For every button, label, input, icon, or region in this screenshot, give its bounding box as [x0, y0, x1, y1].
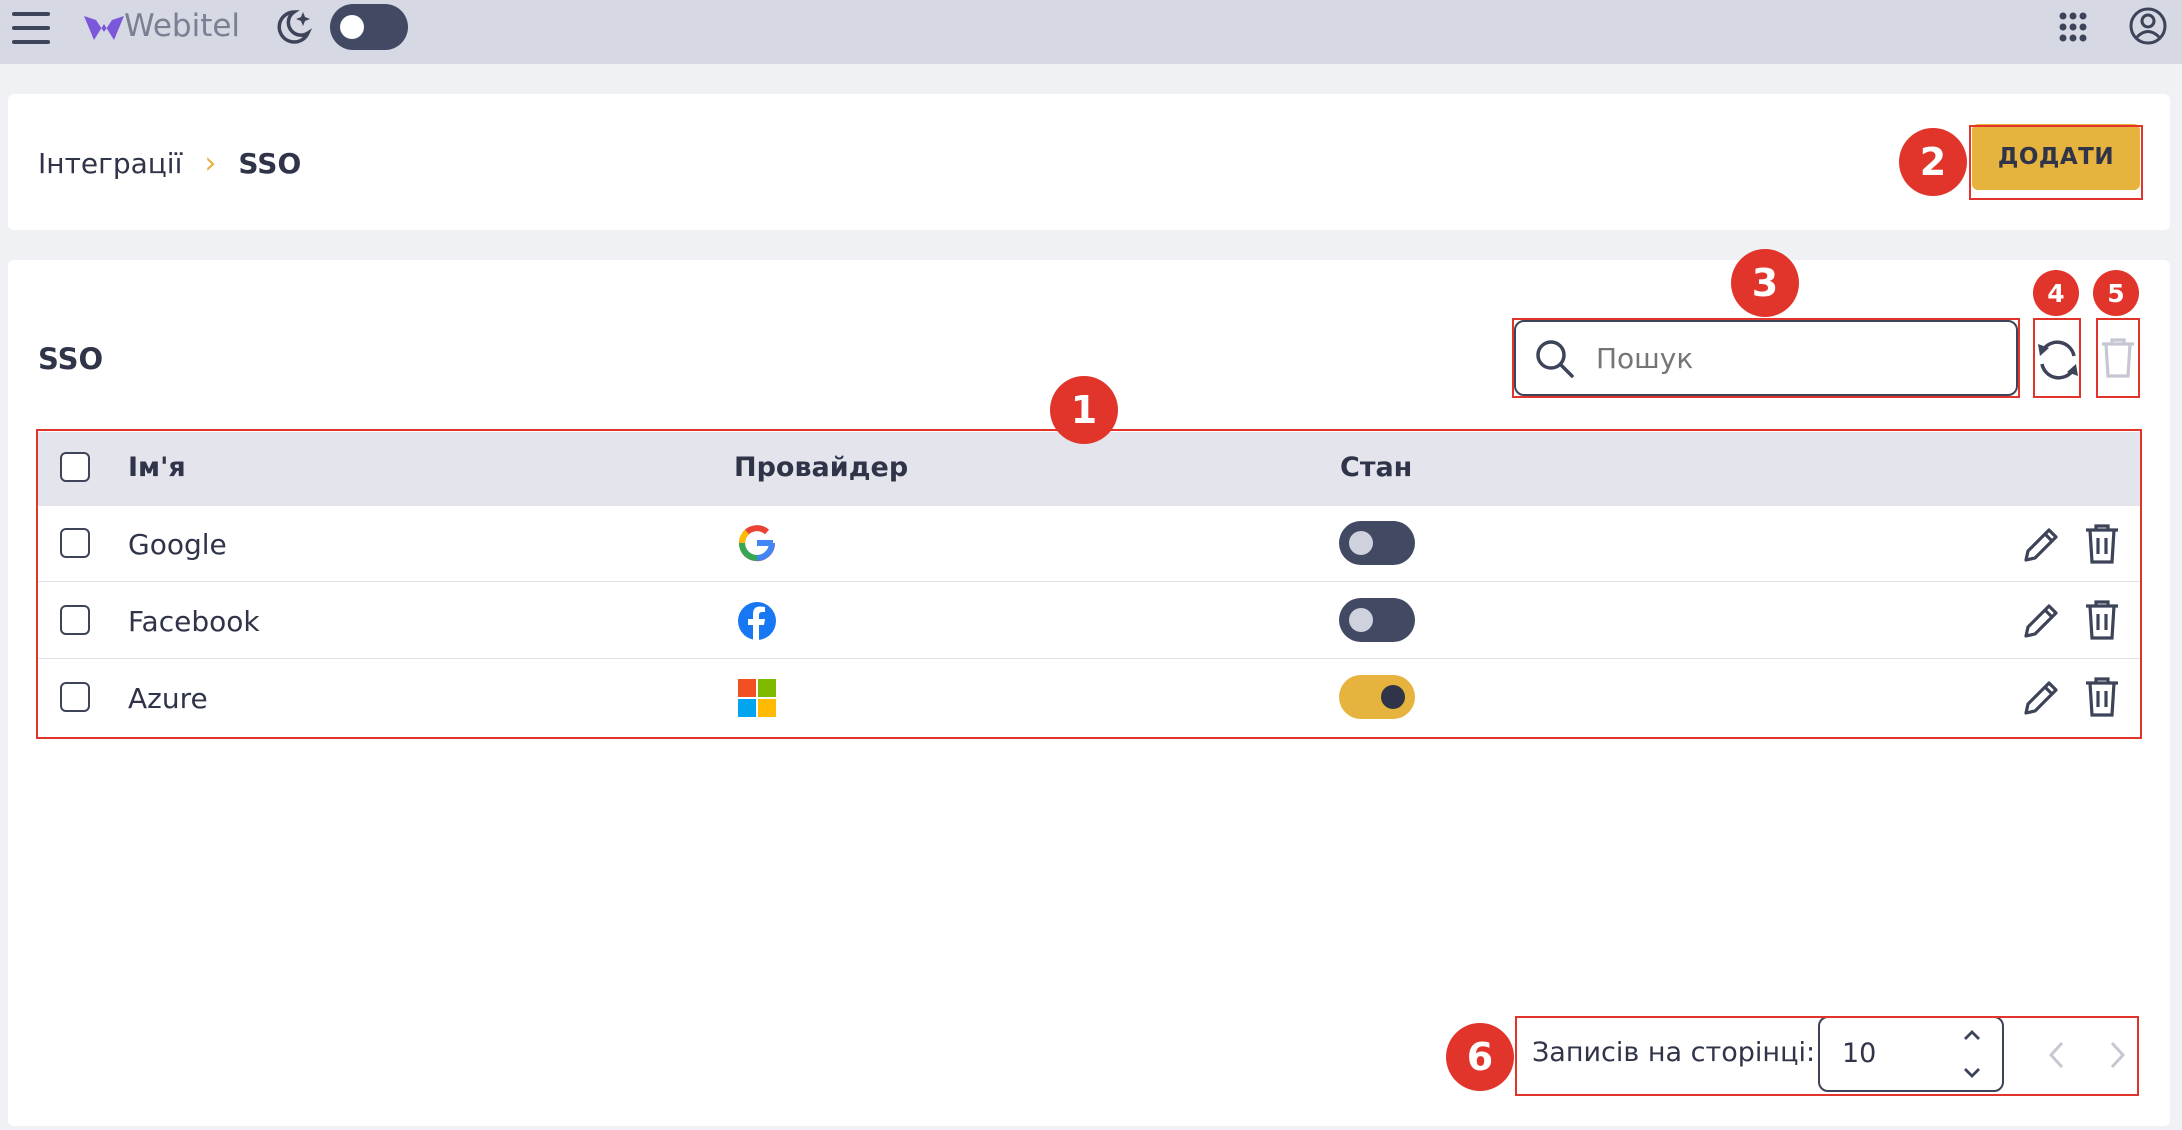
- section-title: SSO: [38, 342, 104, 376]
- annotation-box-add: [1969, 125, 2143, 200]
- annotation-box-pagination: [1515, 1016, 2139, 1096]
- annotation-box-table: [36, 429, 2142, 739]
- theme-toggle[interactable]: [330, 4, 408, 50]
- annotation-box-delete: [2096, 318, 2140, 398]
- annotation-marker-2: 2: [1899, 128, 1967, 196]
- annotation-marker-3: 3: [1731, 249, 1799, 317]
- annotation-marker-1: 1: [1050, 376, 1118, 444]
- annotation-box-refresh: [2033, 318, 2081, 398]
- account-icon[interactable]: [2128, 6, 2168, 46]
- header-card: Інтеграції › SSO ДОДАТИ: [8, 94, 2170, 230]
- breadcrumb-current: SSO: [238, 147, 302, 180]
- apps-grid-icon[interactable]: [2058, 10, 2088, 44]
- webitel-logo-icon: [84, 16, 124, 40]
- annotation-marker-6: 6: [1446, 1023, 1514, 1091]
- theme-toggle-knob: [340, 15, 364, 39]
- breadcrumb-parent[interactable]: Інтеграції: [38, 147, 182, 180]
- top-bar: Webitel: [0, 0, 2182, 64]
- annotation-marker-4: 4: [2033, 270, 2079, 316]
- annotation-marker-5: 5: [2093, 270, 2139, 316]
- logo-text: Webitel: [124, 8, 241, 44]
- breadcrumb-separator-icon: ›: [204, 146, 217, 181]
- breadcrumb: Інтеграції › SSO: [38, 146, 301, 181]
- moon-icon: [277, 10, 313, 44]
- menu-icon[interactable]: [10, 8, 52, 48]
- annotation-box-search: [1512, 318, 2020, 398]
